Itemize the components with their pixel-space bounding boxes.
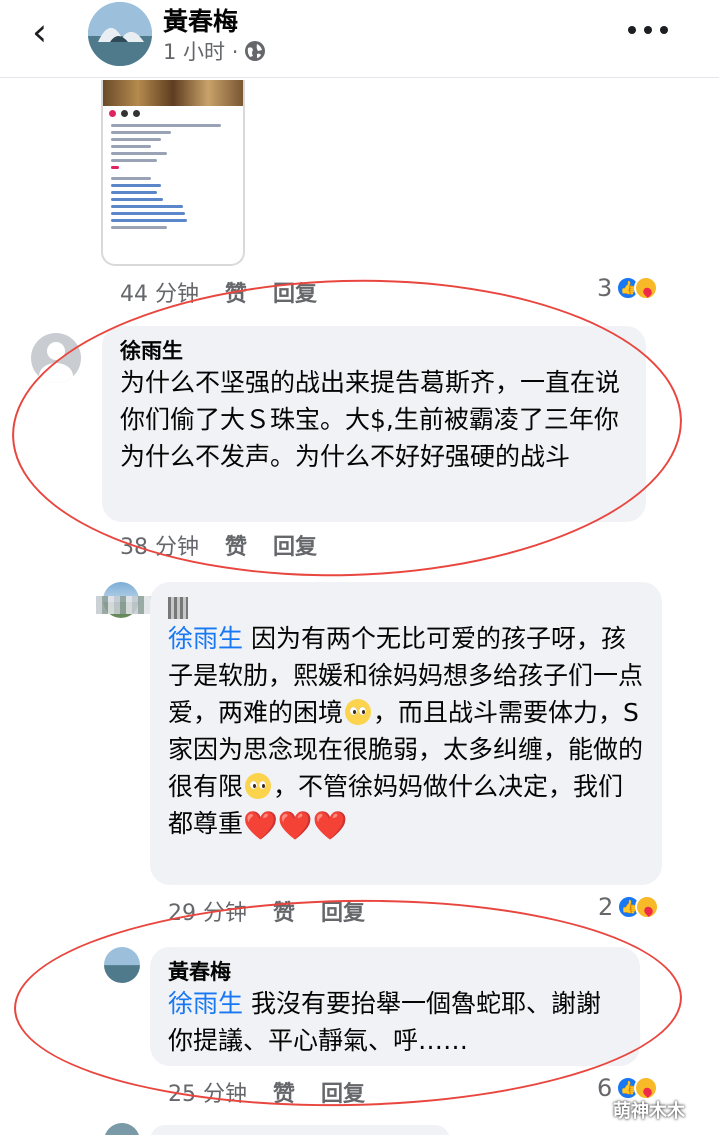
comment-text: 为什么不坚强的战出来提告葛斯齐，一直在说你们偷了大Ｓ珠宝。大$,生前被霸凌了三年… <box>120 368 621 471</box>
image-attachment[interactable] <box>101 80 245 266</box>
comment-author[interactable] <box>168 594 644 620</box>
mention-link[interactable]: 徐雨生 <box>168 624 243 653</box>
comment-actions: 25 分钟 赞 回复 <box>168 1076 391 1108</box>
post-meta: 1 小时 · <box>163 36 266 66</box>
avatar[interactable] <box>31 333 81 383</box>
watermark: 萌神木木 <box>613 1101 685 1122</box>
timestamp: 44 分钟 <box>120 282 199 307</box>
globe-icon <box>244 40 266 62</box>
timestamp: 38 分钟 <box>120 535 199 560</box>
avatar[interactable] <box>88 2 152 66</box>
page-title[interactable]: 黃春梅 <box>163 2 238 38</box>
post-header: ‹ 黃春梅 1 小时 · <box>0 0 719 78</box>
reply-button[interactable]: 回复 <box>321 1076 365 1108</box>
comment-text: 徐雨生 因为有两个无比可爱的孩子呀，孩子是软肋，熙媛和徐妈妈想多给孩子们一点爱，… <box>168 620 644 844</box>
avatar[interactable] <box>104 947 140 983</box>
reply-button[interactable]: 回复 <box>321 895 365 927</box>
like-button[interactable]: 赞 <box>225 276 247 308</box>
heart-icon: ❤️ <box>243 809 278 842</box>
reaction-summary[interactable]: 2 👍 <box>598 893 660 921</box>
like-button[interactable]: 赞 <box>225 529 247 561</box>
timestamp: 29 分钟 <box>168 901 247 926</box>
attachment-icons <box>103 106 243 120</box>
reaction-count: 3 <box>597 274 613 302</box>
mention-link[interactable]: 徐雨生 <box>168 989 243 1018</box>
pleading-face-icon <box>345 699 372 725</box>
care-icon <box>634 276 659 300</box>
post-time: 1 小时 · <box>163 40 239 64</box>
comment-bubble: 徐雨生 为什么不坚强的战出来提告葛斯齐，一直在说你们偷了大Ｓ珠宝。大$,生前被霸… <box>102 326 646 522</box>
pleading-face-icon <box>245 773 272 799</box>
comment-author[interactable]: 徐雨生 <box>120 338 628 364</box>
heart-icon: ❤️ <box>312 809 348 842</box>
reply-button[interactable]: 回复 <box>273 276 317 308</box>
comment-author[interactable]: 黃春梅 <box>168 959 622 985</box>
reaction-count: 6 <box>597 1074 613 1102</box>
blurred-name <box>168 597 188 619</box>
comment-bubble: 徐雨生 因为有两个无比可爱的孩子呀，孩子是软肋，熙媛和徐妈妈想多给孩子们一点爱，… <box>150 582 662 885</box>
timestamp: 25 分钟 <box>168 1082 247 1107</box>
avatar[interactable] <box>104 1123 140 1135</box>
care-icon <box>635 895 660 919</box>
reaction-count: 2 <box>598 893 614 921</box>
comment-actions: 38 分钟 赞 回复 <box>120 529 343 561</box>
comment-bubble <box>150 1125 450 1135</box>
reaction-summary[interactable]: 3 👍 <box>597 274 659 302</box>
more-horizontal-icon[interactable] <box>628 20 668 40</box>
comment-bubble: 黃春梅 徐雨生 我沒有要抬舉一個魯蛇耶、謝謝你提議、平心靜氣、呼…… <box>150 947 640 1066</box>
comment-actions: 29 分钟 赞 回复 <box>168 895 391 927</box>
like-button[interactable]: 赞 <box>273 1076 295 1108</box>
blurred-name <box>96 596 156 614</box>
heart-icon: ❤️ <box>277 809 313 842</box>
attachment-photo <box>103 80 243 106</box>
like-button[interactable]: 赞 <box>273 895 295 927</box>
chevron-left-icon[interactable]: ‹ <box>32 10 64 54</box>
reply-button[interactable]: 回复 <box>273 529 317 561</box>
comment-text: 徐雨生 我沒有要抬舉一個魯蛇耶、謝謝你提議、平心靜氣、呼…… <box>168 985 622 1059</box>
post-actions: 44 分钟 赞 回复 <box>120 276 343 308</box>
